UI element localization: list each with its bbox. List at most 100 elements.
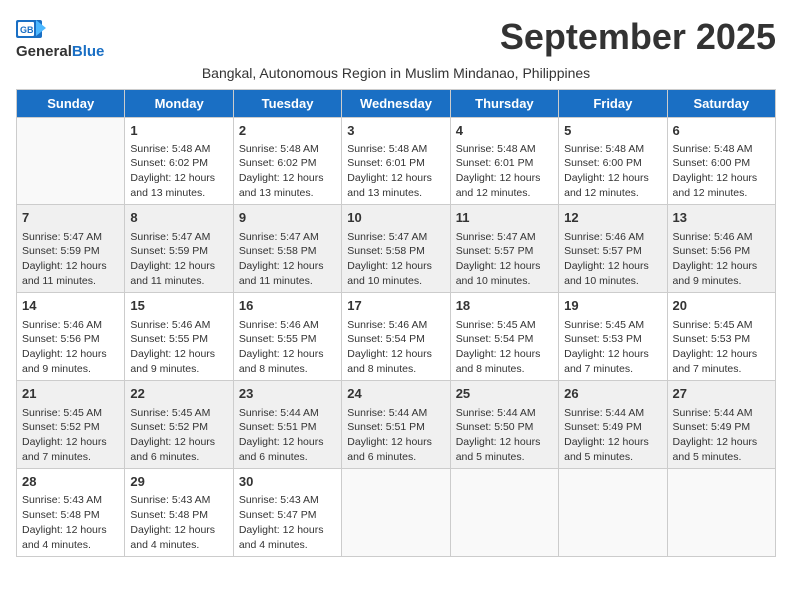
day-info: and 13 minutes.	[130, 186, 227, 201]
day-number: 25	[456, 385, 553, 403]
calendar-cell	[559, 469, 667, 557]
day-info: Daylight: 12 hours	[130, 259, 227, 274]
day-info: and 6 minutes.	[130, 450, 227, 465]
day-info: Sunrise: 5:48 AM	[456, 142, 553, 157]
day-info: and 5 minutes.	[456, 450, 553, 465]
calendar-cell	[667, 469, 775, 557]
day-number: 23	[239, 385, 336, 403]
day-number: 8	[130, 209, 227, 227]
calendar-cell: 29Sunrise: 5:43 AMSunset: 5:48 PMDayligh…	[125, 469, 233, 557]
day-number: 21	[22, 385, 119, 403]
day-info: and 12 minutes.	[673, 186, 770, 201]
day-info: Sunset: 5:48 PM	[22, 508, 119, 523]
calendar-cell: 14Sunrise: 5:46 AMSunset: 5:56 PMDayligh…	[17, 293, 125, 381]
calendar-cell: 26 Sunrise: 5:44 AMSunset: 5:49 PMDayligh…	[559, 381, 667, 469]
day-info: Sunset: 6:00 PM	[673, 156, 770, 171]
day-info: Sunset: 5:48 PM	[130, 508, 227, 523]
day-number: 4	[456, 122, 553, 140]
day-info: Sunset: 6:02 PM	[130, 156, 227, 171]
day-info: Sunset: 5:59 PM	[22, 244, 119, 259]
day-info: Sunset: 5:58 PM	[347, 244, 444, 259]
day-info: Daylight: 12 hours	[347, 435, 444, 450]
calendar-cell: 11Sunrise: 5:47 AMSunset: 5:57 PMDayligh…	[450, 205, 558, 293]
day-info: Daylight: 12 hours	[239, 435, 336, 450]
day-info: Daylight: 12 hours	[22, 259, 119, 274]
calendar-cell: 30Sunrise: 5:43 AMSunset: 5:47 PMDayligh…	[233, 469, 341, 557]
calendar-table: SundayMondayTuesdayWednesdayThursdayFrid…	[16, 89, 776, 558]
calendar-cell: 27Sunrise: 5:44 AMSunset: 5:49 PMDayligh…	[667, 381, 775, 469]
day-info: and 4 minutes.	[239, 538, 336, 553]
day-number: 11	[456, 209, 553, 227]
calendar-cell: 17Sunrise: 5:46 AMSunset: 5:54 PMDayligh…	[342, 293, 450, 381]
day-info: and 11 minutes.	[22, 274, 119, 289]
day-number: 17	[347, 297, 444, 315]
day-info: Daylight: 12 hours	[673, 435, 770, 450]
calendar-cell: 25Sunrise: 5:44 AMSunset: 5:50 PMDayligh…	[450, 381, 558, 469]
day-number: 9	[239, 209, 336, 227]
day-info: Sunset: 6:02 PM	[239, 156, 336, 171]
day-info: and 10 minutes.	[347, 274, 444, 289]
logo-icon: GB	[16, 20, 46, 42]
day-info: and 8 minutes.	[239, 362, 336, 377]
day-info: Daylight: 12 hours	[673, 259, 770, 274]
day-info: Sunset: 5:49 PM	[564, 420, 661, 435]
calendar-cell: 12Sunrise: 5:46 AMSunset: 5:57 PMDayligh…	[559, 205, 667, 293]
day-info: and 8 minutes.	[456, 362, 553, 377]
calendar-cell: 15Sunrise: 5:46 AMSunset: 5:55 PMDayligh…	[125, 293, 233, 381]
day-info: Daylight: 12 hours	[22, 523, 119, 538]
day-info: and 4 minutes.	[22, 538, 119, 553]
day-info: and 6 minutes.	[347, 450, 444, 465]
day-number: 16	[239, 297, 336, 315]
day-info: Daylight: 12 hours	[564, 435, 661, 450]
day-info: and 5 minutes.	[564, 450, 661, 465]
day-info: and 12 minutes.	[456, 186, 553, 201]
day-info: Sunrise: 5:44 AM	[564, 406, 661, 421]
day-info: Sunrise: 5:47 AM	[22, 230, 119, 245]
day-info: Sunset: 6:01 PM	[456, 156, 553, 171]
day-info: Daylight: 12 hours	[239, 259, 336, 274]
day-info: Sunset: 5:55 PM	[130, 332, 227, 347]
weekday-header: Monday	[125, 89, 233, 117]
day-info: and 11 minutes.	[239, 274, 336, 289]
calendar-cell: 7 Sunrise: 5:47 AMSunset: 5:59 PMDaylight…	[17, 205, 125, 293]
day-info: Sunset: 5:54 PM	[456, 332, 553, 347]
day-info: Daylight: 12 hours	[564, 171, 661, 186]
calendar-cell: 23Sunrise: 5:44 AMSunset: 5:51 PMDayligh…	[233, 381, 341, 469]
day-info: and 10 minutes.	[564, 274, 661, 289]
day-number: 10	[347, 209, 444, 227]
day-info: Sunrise: 5:45 AM	[22, 406, 119, 421]
calendar-cell: 21 Sunrise: 5:45 AMSunset: 5:52 PMDayligh…	[17, 381, 125, 469]
day-info: Sunrise: 5:48 AM	[347, 142, 444, 157]
calendar-cell: 4Sunrise: 5:48 AMSunset: 6:01 PMDaylight…	[450, 117, 558, 205]
weekday-header: Saturday	[667, 89, 775, 117]
day-number: 28	[22, 473, 119, 491]
day-info: Sunrise: 5:46 AM	[673, 230, 770, 245]
month-title: September 2025	[104, 16, 776, 58]
day-number: 5	[564, 122, 661, 140]
day-info: Sunrise: 5:43 AM	[130, 493, 227, 508]
day-info: Sunrise: 5:43 AM	[239, 493, 336, 508]
day-info: and 10 minutes.	[456, 274, 553, 289]
day-info: Daylight: 12 hours	[130, 171, 227, 186]
day-info: Daylight: 12 hours	[347, 259, 444, 274]
day-number: 27	[673, 385, 770, 403]
calendar-cell: 18Sunrise: 5:45 AMSunset: 5:54 PMDayligh…	[450, 293, 558, 381]
day-info: Sunset: 5:53 PM	[564, 332, 661, 347]
day-info: Daylight: 12 hours	[22, 435, 119, 450]
day-info: Daylight: 12 hours	[673, 171, 770, 186]
day-number: 26	[564, 385, 661, 403]
day-info: Sunset: 5:51 PM	[347, 420, 444, 435]
day-info: Daylight: 12 hours	[456, 435, 553, 450]
day-number: 13	[673, 209, 770, 227]
day-info: Sunrise: 5:46 AM	[130, 318, 227, 333]
calendar-cell: 8Sunrise: 5:47 AMSunset: 5:59 PMDaylight…	[125, 205, 233, 293]
day-info: Sunrise: 5:45 AM	[130, 406, 227, 421]
day-info: Sunrise: 5:45 AM	[564, 318, 661, 333]
day-number: 7	[22, 209, 119, 227]
day-info: Sunset: 5:52 PM	[22, 420, 119, 435]
day-info: Daylight: 12 hours	[130, 435, 227, 450]
day-info: Daylight: 12 hours	[456, 347, 553, 362]
day-info: Sunset: 5:57 PM	[456, 244, 553, 259]
day-info: and 6 minutes.	[239, 450, 336, 465]
day-info: Sunset: 5:56 PM	[22, 332, 119, 347]
